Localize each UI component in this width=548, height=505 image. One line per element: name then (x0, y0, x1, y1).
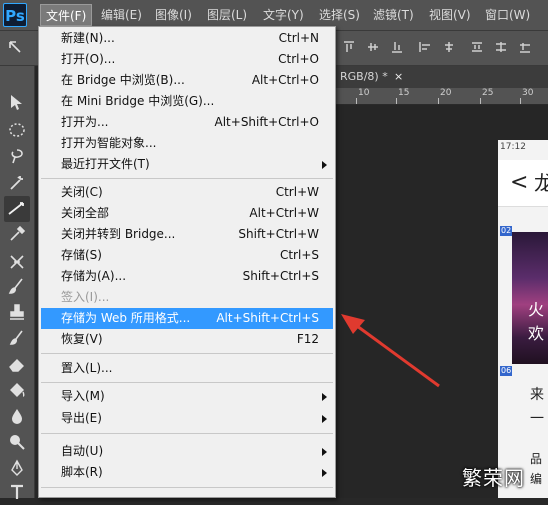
healing-brush-tool-icon[interactable] (7, 252, 27, 272)
file-menu-dropdown: 新建(N)... Ctrl+N 打开(O)... Ctrl+O 在 Bridge 中… (38, 26, 336, 498)
ruler-number: 25 (482, 88, 494, 98)
menu-item-save[interactable]: 存储(S) Ctrl+S (41, 245, 333, 266)
menu-separator (41, 487, 333, 488)
phone-text: 品 (530, 452, 543, 466)
menu-layer[interactable]: 图层(L) (202, 4, 252, 26)
menu-item-save-as[interactable]: 存储为(A)... Shift+Ctrl+S (41, 266, 333, 287)
phone-header: < 龙 (498, 160, 548, 207)
ruler-number: 30 (522, 88, 534, 98)
submenu-arrow-icon (322, 161, 327, 169)
ruler-tick (520, 98, 521, 104)
magic-wand-tool-icon[interactable] (7, 172, 27, 192)
menu-view[interactable]: 视图(V) (424, 4, 476, 26)
watermark-logo: 繁荣网 (462, 466, 525, 490)
paint-bucket-tool-icon[interactable] (7, 380, 27, 400)
menu-edit[interactable]: 编辑(E) (96, 4, 147, 26)
menu-item-open-smart-object[interactable]: 打开为智能对象... (41, 133, 333, 154)
menu-item-open[interactable]: 打开(O)... Ctrl+O (41, 49, 333, 70)
distribute-center-icon[interactable] (494, 40, 508, 54)
menu-select[interactable]: 选择(S) (314, 4, 365, 26)
blur-tool-icon[interactable] (7, 406, 27, 426)
marquee-tool-icon[interactable] (7, 120, 27, 140)
eraser-tool-icon[interactable] (7, 354, 27, 374)
align-vcenter-icon[interactable] (366, 40, 380, 54)
menu-item-export[interactable]: 导出(E) (41, 408, 333, 429)
menu-item-recent-files[interactable]: 最近打开文件(T) (41, 154, 333, 175)
ruler-tick (438, 98, 439, 104)
menu-type[interactable]: 文字(Y) (258, 4, 309, 26)
phone-title: 龙 (534, 171, 548, 195)
phone-banner-image: 火 欢 (512, 232, 548, 364)
image-text: 火 (528, 300, 545, 319)
menu-separator (41, 382, 333, 383)
align-top-icon[interactable] (342, 40, 356, 54)
menu-item-close-all[interactable]: 关闭全部 Alt+Ctrl+W (41, 203, 333, 224)
red-arrow-icon (341, 314, 440, 388)
menu-item-browse-mini-bridge[interactable]: 在 Mini Bridge 中浏览(G)... (41, 91, 333, 112)
menu-item-close[interactable]: 关闭(C) Ctrl+W (41, 182, 333, 203)
menu-item-browse-bridge[interactable]: 在 Bridge 中浏览(B)... Alt+Ctrl+O (41, 70, 333, 91)
menu-separator (41, 433, 333, 434)
phone-text: 来 (530, 387, 544, 403)
move-tool-icon[interactable] (7, 92, 27, 112)
submenu-arrow-icon (322, 448, 327, 456)
phone-text: 一 (530, 411, 544, 427)
menu-item-scripts[interactable]: 脚本(R) (41, 462, 333, 483)
phone-status-time: 17:12 (500, 142, 526, 152)
menu-item-open-as[interactable]: 打开为... Alt+Shift+Ctrl+O (41, 112, 333, 133)
ruler-number: 15 (398, 88, 410, 98)
lasso-tool-icon[interactable] (7, 146, 27, 166)
document-tab-title: RGB/8) * (340, 70, 388, 83)
tool-panel (0, 66, 35, 499)
image-text: 欢 (528, 324, 545, 343)
menu-filter[interactable]: 滤镜(T) (368, 4, 419, 26)
history-brush-tool-icon[interactable] (7, 328, 27, 348)
submenu-arrow-icon (322, 469, 327, 477)
menu-window[interactable]: 窗口(W) (480, 4, 535, 26)
submenu-arrow-icon (322, 415, 327, 423)
crop-tool-icon[interactable] (4, 196, 30, 222)
slice-badge: 06 (500, 366, 513, 376)
clone-stamp-tool-icon[interactable] (7, 302, 27, 322)
ruler-number: 20 (440, 88, 452, 98)
move-tool-options-icon[interactable] (8, 40, 22, 54)
close-tab-icon[interactable]: × (394, 66, 403, 88)
align-left-icon[interactable] (418, 40, 432, 54)
menu-item-new[interactable]: 新建(N)... Ctrl+N (41, 28, 333, 49)
menu-separator (41, 178, 333, 179)
menu-item-close-go-bridge[interactable]: 关闭并转到 Bridge... Shift+Ctrl+W (41, 224, 333, 245)
menu-item-check-in: 签入(I)... (61, 290, 110, 304)
phone-text: 编 (530, 472, 543, 486)
distribute-bottom-icon[interactable] (518, 40, 532, 54)
ruler-tick (396, 98, 397, 104)
back-arrow-icon: < (510, 170, 529, 195)
menu-file[interactable]: 文件(F) (40, 4, 93, 26)
canvas-phone-mockup: 17:12 < 龙 02 火 欢 06 来 一 品 编 (498, 140, 548, 498)
eyedropper-tool-icon[interactable] (7, 224, 27, 244)
ruler-number: 10 (358, 88, 370, 98)
pen-tool-icon[interactable] (7, 458, 27, 478)
brush-tool-icon[interactable] (7, 276, 27, 296)
menu-item-automate[interactable]: 自动(U) (41, 441, 333, 462)
type-tool-icon[interactable] (7, 482, 27, 502)
ruler-tick (480, 98, 481, 104)
photoshop-logo-icon: Ps (3, 3, 27, 27)
menu-image[interactable]: 图像(I) (150, 4, 197, 26)
slice-badge: 02 (500, 226, 513, 236)
horizontal-ruler: 10 15 20 25 30 (336, 88, 548, 105)
menu-item-place[interactable]: 置入(L)... (41, 358, 333, 379)
submenu-arrow-icon (322, 393, 327, 401)
menu-separator (41, 353, 333, 354)
dodge-tool-icon[interactable] (7, 432, 27, 452)
document-tab[interactable]: RGB/8) * × (336, 66, 548, 88)
menu-item-import[interactable]: 导入(M) (41, 386, 333, 407)
align-bottom-icon[interactable] (390, 40, 404, 54)
align-hcenter-icon[interactable] (442, 40, 456, 54)
menu-item-revert[interactable]: 恢复(V) F12 (41, 329, 333, 350)
menu-item-save-for-web[interactable]: 存储为 Web 所用格式... Alt+Shift+Ctrl+S (41, 308, 333, 329)
distribute-top-icon[interactable] (470, 40, 484, 54)
ruler-tick (356, 98, 357, 104)
